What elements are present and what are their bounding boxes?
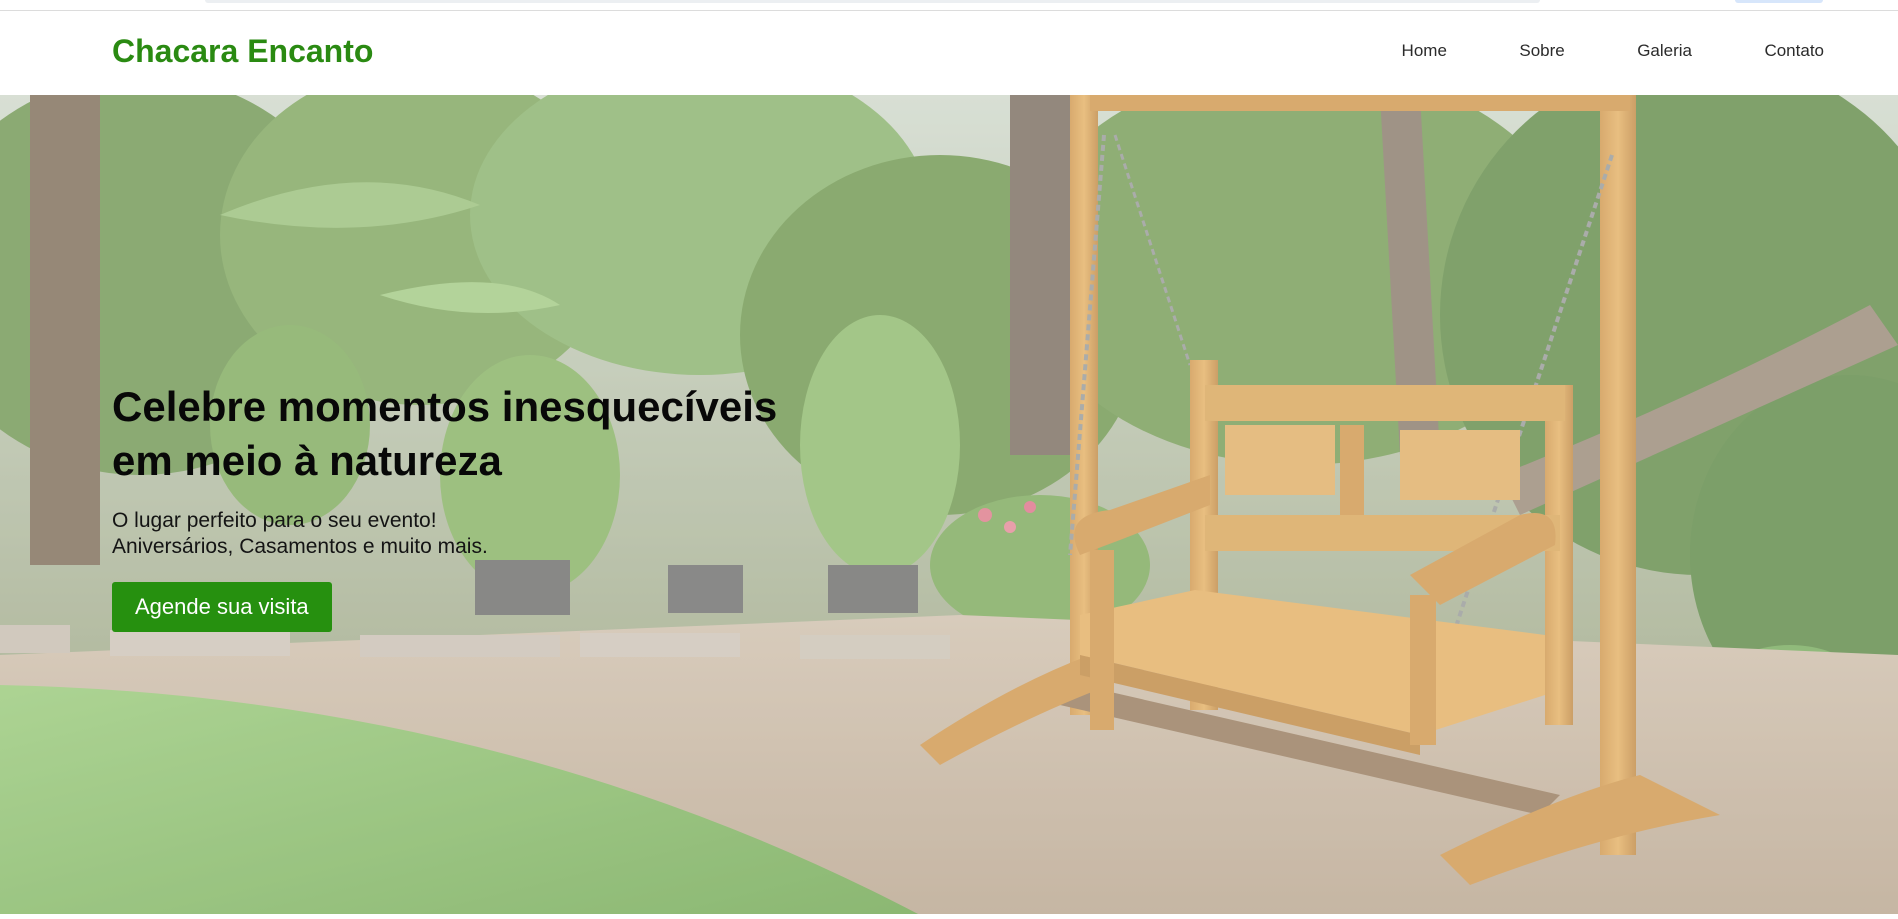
main-nav: Home Sobre Galeria Contato: [1334, 41, 1824, 61]
hero-title: Celebre momentos inesquecíveis em meio à…: [112, 380, 872, 488]
site-header: Chacara Encanto Home Sobre Galeria Conta…: [0, 11, 1898, 95]
nav-link-contato[interactable]: Contato: [1764, 41, 1824, 60]
hero-subtitle-line-1: O lugar perfeito para o seu evento!: [112, 509, 437, 532]
brand-logo-text[interactable]: Chacara Encanto: [112, 33, 373, 70]
hero-subtitle: O lugar perfeito para o seu evento! Aniv…: [112, 508, 872, 560]
browser-top-strip: [0, 0, 1898, 11]
nav-link-home[interactable]: Home: [1402, 41, 1447, 60]
page-bottom-edge: [0, 914, 1898, 919]
nav-link-galeria[interactable]: Galeria: [1637, 41, 1692, 60]
hero-title-line-2: em meio à natureza: [112, 437, 502, 484]
hero-content: Celebre momentos inesquecíveis em meio à…: [112, 380, 872, 632]
schedule-visit-button[interactable]: Agende sua visita: [112, 582, 332, 632]
hero-title-line-1: Celebre momentos inesquecíveis: [112, 383, 778, 430]
nav-link-sobre[interactable]: Sobre: [1519, 41, 1564, 60]
hero-section: Celebre momentos inesquecíveis em meio à…: [0, 95, 1898, 915]
toolbar-pill-edge: [1735, 0, 1823, 3]
hero-subtitle-line-2: Aniversários, Casamentos e muito mais.: [112, 535, 488, 558]
address-bar-edge: [205, 0, 1540, 3]
